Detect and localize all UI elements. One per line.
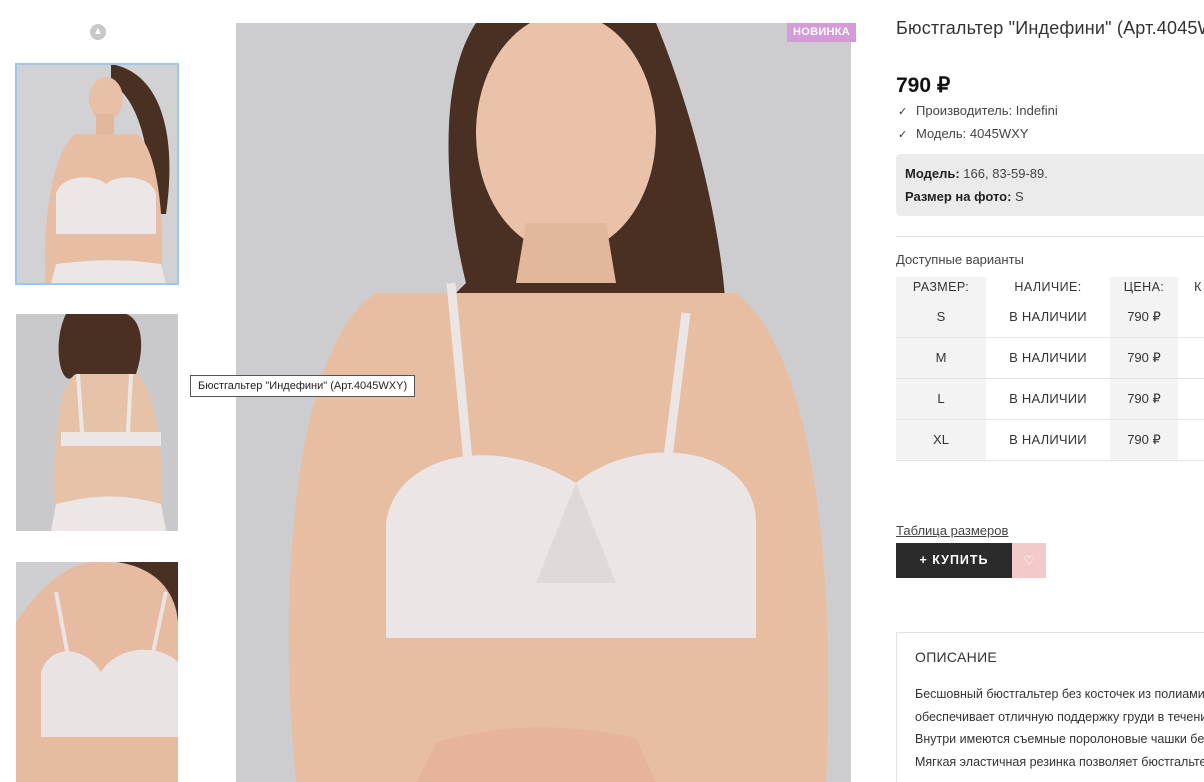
variant-availability: В НАЛИЧИИ (986, 297, 1110, 338)
description-line: Внутри имеются съемные поролоновые чашки… (915, 732, 1204, 746)
scroll-up-icon[interactable]: ▲ (90, 24, 106, 40)
variant-price: 790 ₽ (1110, 379, 1178, 420)
heart-icon: ♡ (1023, 553, 1035, 568)
photo-placeholder-back (16, 314, 178, 531)
variant-price: 790 ₽ (1110, 297, 1178, 338)
spec-value: 4045WXY (969, 126, 1029, 141)
spec-model: ✓ Модель: 4045WXY (898, 126, 1028, 141)
check-icon: ✓ (898, 129, 908, 141)
photo-placeholder-main (236, 23, 851, 782)
variants-title: Доступные варианты (896, 252, 1024, 267)
spec-value: Indefini (1015, 103, 1058, 118)
model-info-box: Модель: 166, 83-59-89. Размер на фото: S (896, 154, 1204, 216)
size-chart-link[interactable]: Таблица размеров (896, 523, 1008, 538)
variant-size: S (896, 297, 986, 338)
variant-quantity[interactable] (1178, 379, 1204, 420)
header-size: РАЗМЕР: (896, 277, 986, 297)
variant-availability: В НАЛИЧИИ (986, 379, 1110, 420)
product-info-panel: Бюстгальтер "Индефини" (Арт.4045WXY) 790… (896, 0, 1204, 782)
variant-size: L (896, 379, 986, 420)
buy-button[interactable]: + КУПИТЬ (896, 543, 1012, 578)
check-icon: ✓ (898, 106, 908, 118)
photo-placeholder-front (16, 64, 178, 284)
variant-size: M (896, 338, 986, 379)
size-value: S (1015, 189, 1024, 204)
product-price: 790 ₽ (896, 74, 951, 97)
new-badge: НОВИНКА (787, 23, 856, 42)
photo-placeholder-closeup (16, 562, 178, 782)
variant-row[interactable]: S В НАЛИЧИИ 790 ₽ (896, 297, 1204, 338)
image-tooltip: Бюстгальтер "Индефини" (Арт.4045WXY) (190, 375, 416, 397)
variant-price: 790 ₽ (1110, 338, 1178, 379)
variant-availability: В НАЛИЧИИ (986, 420, 1110, 461)
favorite-button[interactable]: ♡ (1012, 543, 1046, 578)
variant-quantity[interactable] (1178, 297, 1204, 338)
description-line: обеспечивает отличную поддержку груди в … (915, 710, 1204, 724)
model-label: Модель: (905, 166, 960, 181)
variants-header: РАЗМЕР: НАЛИЧИЕ: ЦЕНА: К (896, 277, 1204, 297)
description-title: ОПИСАНИЕ (915, 649, 998, 665)
model-value: 166, 83-59-89. (963, 166, 1048, 181)
variant-row[interactable]: L В НАЛИЧИИ 790 ₽ (896, 379, 1204, 420)
divider (896, 236, 1204, 237)
size-label: Размер на фото: (905, 189, 1012, 204)
variant-quantity[interactable] (1178, 338, 1204, 379)
photo-size: Размер на фото: S (905, 189, 1024, 204)
variant-price: 790 ₽ (1110, 420, 1178, 461)
spec-label: Модель: (916, 126, 967, 141)
variant-size: XL (896, 420, 986, 461)
description-line: Мягкая эластичная резинка позволяет бюст… (915, 755, 1204, 769)
variant-row[interactable]: XL В НАЛИЧИИ 790 ₽ (896, 420, 1204, 461)
header-availability: НАЛИЧИЕ: (1014, 280, 1082, 294)
description-line: Бесшовный бюстгальтер без косточек из по… (915, 687, 1204, 701)
spec-label: Производитель: (916, 103, 1013, 118)
main-product-photo[interactable] (236, 23, 851, 782)
model-params: Модель: 166, 83-59-89. (905, 166, 1048, 181)
thumbnail-front[interactable] (15, 63, 179, 285)
thumbnail-back[interactable] (16, 314, 178, 531)
product-title: Бюстгальтер "Индефини" (Арт.4045WXY) (896, 18, 1204, 38)
thumbnail-gallery: ▲ (0, 0, 200, 782)
header-price: ЦЕНА: (1110, 277, 1178, 297)
variant-row[interactable]: M В НАЛИЧИИ 790 ₽ (896, 338, 1204, 379)
description-box: ОПИСАНИЕ Бесшовный бюстгальтер без косто… (896, 632, 1204, 782)
variant-quantity[interactable] (1178, 420, 1204, 461)
variant-availability: В НАЛИЧИИ (986, 338, 1110, 379)
thumbnail-closeup[interactable] (16, 562, 178, 782)
header-quantity: К (1194, 280, 1202, 294)
spec-manufacturer: ✓ Производитель: Indefini (898, 103, 1058, 118)
